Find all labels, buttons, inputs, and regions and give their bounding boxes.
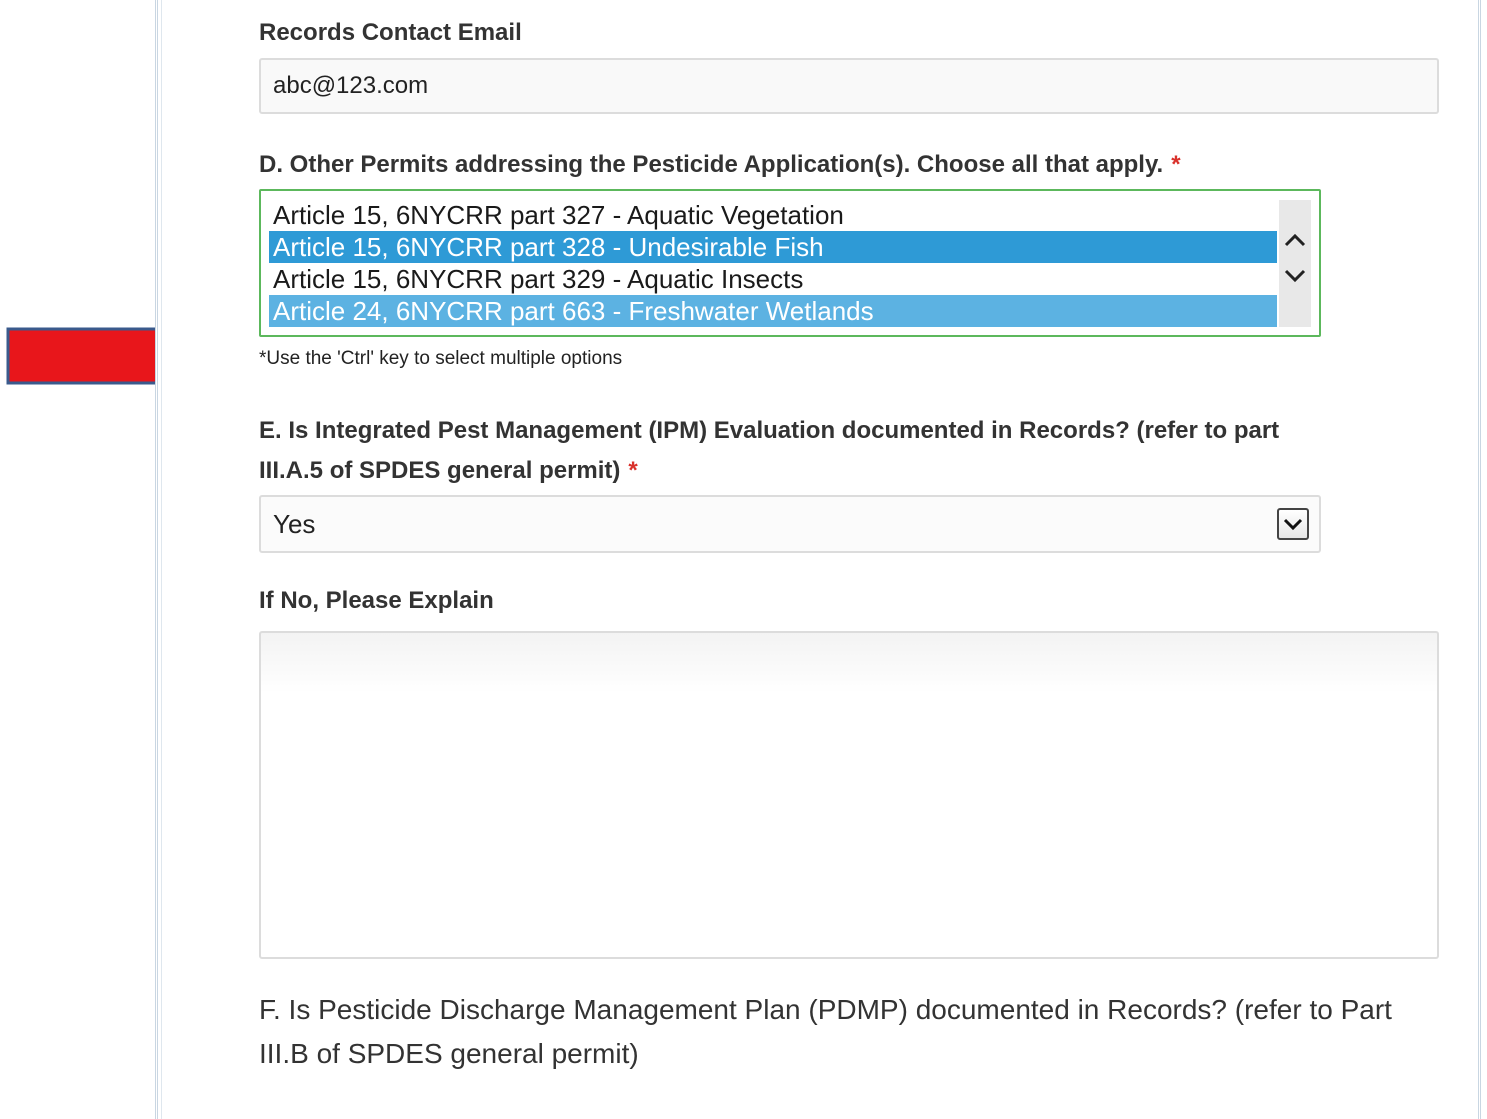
required-marker: *	[628, 457, 638, 484]
pdmp-question-label: F. Is Pesticide Discharge Management Pla…	[259, 994, 1392, 1069]
explain-label: If No, Please Explain	[259, 587, 494, 614]
records-contact-email-label: Records Contact Email	[259, 19, 522, 46]
form-page: Records Contact Email abc@123.com D. Oth…	[0, 0, 1487, 1119]
permit-option-327[interactable]: Article 15, 6NYCRR part 327 - Aquatic Ve…	[269, 199, 1277, 231]
permit-option-328[interactable]: Article 15, 6NYCRR part 328 - Undesirabl…	[269, 231, 1277, 263]
ipm-evaluation-label-line1: E. Is Integrated Pest Management (IPM) E…	[259, 417, 1280, 444]
ipm-evaluation-select[interactable]: Yes	[259, 495, 1321, 553]
chevron-down-icon	[1283, 518, 1303, 531]
explain-textarea[interactable]	[259, 631, 1439, 959]
ipm-evaluation-label-line2-text: III.A.5 of SPDES general permit)	[259, 457, 621, 484]
chevron-down-icon	[1284, 269, 1306, 283]
scroll-up-button[interactable]	[1279, 224, 1311, 256]
permit-option-329[interactable]: Article 15, 6NYCRR part 329 - Aquatic In…	[269, 263, 1277, 295]
listbox-scrollbar[interactable]	[1279, 200, 1311, 327]
other-permits-listbox[interactable]: Article 15, 6NYCRR part 327 - Aquatic Ve…	[259, 189, 1321, 337]
other-permits-label-text: D. Other Permits addressing the Pesticid…	[259, 151, 1164, 178]
other-permits-label: D. Other Permits addressing the Pesticid…	[259, 151, 1181, 179]
records-contact-email-value: abc@123.com	[273, 72, 429, 99]
scroll-down-button[interactable]	[1279, 260, 1311, 292]
permit-option-663[interactable]: Article 24, 6NYCRR part 663 - Freshwater…	[269, 295, 1277, 327]
chevron-up-icon	[1284, 233, 1306, 247]
required-marker: *	[1171, 151, 1181, 178]
records-contact-email-input[interactable]: abc@123.com	[259, 58, 1439, 114]
select-dropdown-button[interactable]	[1277, 508, 1309, 540]
ipm-evaluation-selected-value: Yes	[273, 508, 316, 539]
multi-select-hint: *Use the 'Ctrl' key to select multiple o…	[259, 348, 623, 369]
ipm-evaluation-label-line2: III.A.5 of SPDES general permit) *	[259, 457, 638, 485]
